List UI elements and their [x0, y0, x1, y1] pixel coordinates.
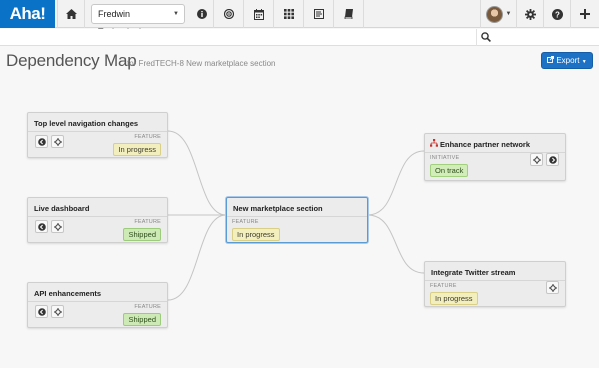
book-icon: [344, 9, 353, 19]
crosshair-icon: [532, 155, 541, 164]
feature-card-integrate-twitter-stream[interactable]: Integrate Twitter stream FEATURE In prog…: [424, 261, 566, 307]
card-title: API enhancements: [34, 289, 102, 298]
card-type: FEATURE: [134, 134, 161, 140]
chevron-down-icon: ▼: [505, 11, 512, 17]
link-center-twitter: [367, 214, 425, 274]
home-button[interactable]: [57, 0, 85, 28]
card-divider: [28, 131, 167, 132]
settings-button[interactable]: [517, 0, 544, 28]
page-subtitle: for FredTECH-8 New marketplace section: [127, 59, 276, 68]
notebooks-button[interactable]: [334, 0, 364, 28]
expand-left-button[interactable]: [35, 305, 48, 318]
aha-logo[interactable]: Aha!: [0, 0, 55, 28]
card-divider: [425, 152, 565, 153]
strategy-button[interactable]: [214, 0, 244, 28]
card-title: Live dashboard: [34, 204, 90, 213]
link-api-center: [167, 214, 227, 301]
status-badge: On track: [430, 164, 469, 177]
crosshair-icon: [53, 307, 62, 316]
features-button[interactable]: [274, 0, 304, 28]
calendar-icon: [253, 8, 264, 20]
card-title: New marketplace section: [233, 204, 323, 213]
status-badge: In progress: [232, 228, 280, 241]
help-button[interactable]: ?: [544, 0, 571, 28]
search-divider: [476, 29, 477, 46]
svg-text:?: ?: [555, 10, 560, 19]
feature-card-live-dashboard[interactable]: Live dashboard FEATURE Shipped: [27, 197, 168, 243]
card-title: Enhance partner network: [440, 140, 531, 149]
arrow-left-circle-icon: [37, 137, 46, 146]
workspace-selector[interactable]: Fredwin Technologies ▼: [91, 4, 185, 37]
card-title: Top level navigation changes: [34, 119, 139, 128]
initiative-card-enhance-partner-network[interactable]: Enhance partner network INITIATIVE On tr…: [424, 133, 566, 181]
focus-button[interactable]: [51, 305, 64, 318]
initiative-icon: [430, 139, 438, 147]
card-type: FEATURE: [232, 219, 259, 225]
crosshair-icon: [53, 222, 62, 231]
expand-left-button[interactable]: [35, 135, 48, 148]
info-button[interactable]: [190, 0, 214, 28]
status-badge: In progress: [113, 143, 161, 156]
roadmap-button[interactable]: [304, 0, 334, 28]
card-type: FEATURE: [134, 304, 161, 310]
status-badge: Shipped: [123, 313, 161, 326]
export-icon: [547, 56, 555, 63]
list-icon: [313, 9, 324, 19]
card-type: FEATURE: [430, 283, 457, 289]
card-divider: [28, 301, 167, 302]
target-icon: [223, 9, 234, 19]
link-center-partner: [367, 150, 425, 216]
expand-left-button[interactable]: [35, 220, 48, 233]
expand-right-button[interactable]: [546, 153, 559, 166]
status-badge: Shipped: [123, 228, 161, 241]
info-icon: [196, 9, 207, 19]
avatar: [485, 5, 503, 23]
card-type: INITIATIVE: [430, 155, 460, 161]
help-icon: ?: [551, 8, 563, 20]
home-icon: [65, 9, 77, 19]
status-badge: In progress: [430, 292, 478, 305]
arrow-left-circle-icon: [37, 222, 46, 231]
chevron-down-icon: ▼: [173, 11, 179, 17]
focus-button[interactable]: [51, 135, 64, 148]
arrow-right-circle-icon: [548, 155, 557, 164]
page-title: Dependency Map: [6, 51, 137, 70]
search-bar: [0, 29, 599, 46]
search-icon[interactable]: [481, 32, 491, 42]
card-title: Integrate Twitter stream: [431, 268, 516, 277]
focus-button[interactable]: [546, 281, 559, 294]
grid-icon: [283, 9, 294, 19]
feature-card-top-nav[interactable]: Top level navigation changes FEATURE In …: [27, 112, 168, 158]
export-label: Export: [556, 56, 580, 65]
search-input[interactable]: [0, 29, 475, 45]
arrow-left-circle-icon: [37, 307, 46, 316]
add-button[interactable]: [571, 0, 599, 28]
crosshair-icon: [53, 137, 62, 146]
focus-button[interactable]: [51, 220, 64, 233]
settings-icon: [524, 8, 536, 20]
feature-card-api-enhancements[interactable]: API enhancements FEATURE Shipped: [27, 282, 168, 328]
user-menu[interactable]: ▼: [480, 0, 517, 28]
card-divider: [227, 216, 367, 217]
link-top-nav-center: [167, 130, 227, 216]
chevron-down-icon: ▼: [581, 59, 587, 65]
card-divider: [425, 280, 565, 281]
focus-button[interactable]: [530, 153, 543, 166]
crosshair-icon: [548, 283, 557, 292]
card-divider: [28, 216, 167, 217]
top-nav-bar: Aha! Fredwin Technologies ▼ ▼ ?: [0, 0, 599, 37]
releases-button[interactable]: [244, 0, 274, 28]
add-icon: [580, 9, 590, 19]
feature-card-new-marketplace-section[interactable]: New marketplace section FEATURE In progr…: [226, 197, 368, 243]
card-type: FEATURE: [134, 219, 161, 225]
export-button[interactable]: Export ▼: [541, 52, 593, 69]
